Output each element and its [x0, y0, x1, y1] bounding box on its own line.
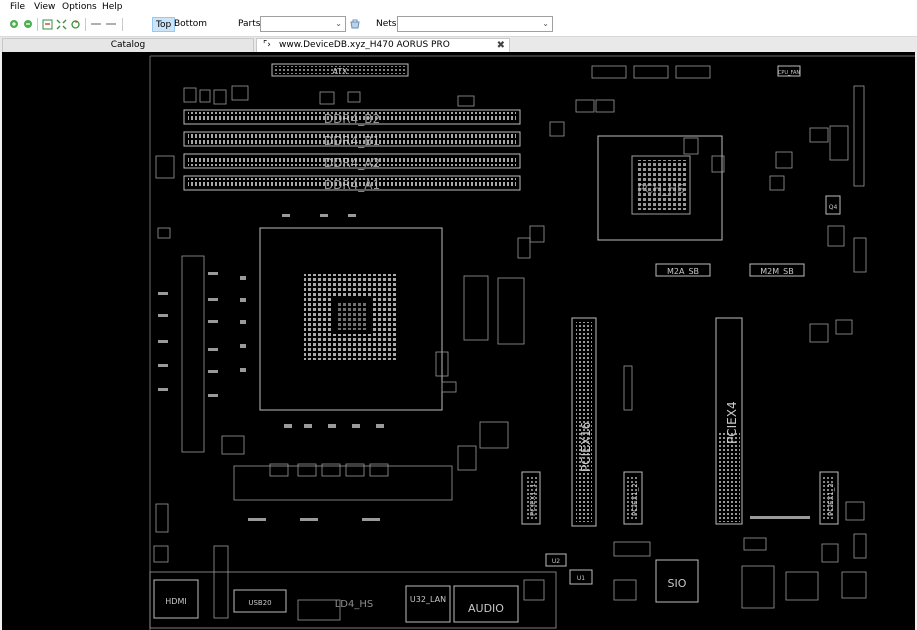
pcie-x4-slot[interactable]: PCIEX4 — [715, 317, 743, 525]
toolbar-separator — [85, 18, 86, 31]
pciex4-label: PCIEX4 — [725, 401, 739, 444]
u2-label: U2 — [552, 558, 560, 565]
toolbar: Top Bottom Parts: ⌄ Nets: ⌄ — [0, 14, 917, 36]
nets-label: Nets: — [376, 19, 400, 29]
nets-combobox[interactable]: ⌄ — [397, 16, 553, 32]
pcie-x16-slot[interactable]: PCIEX16 — [571, 317, 597, 527]
search-parts-icon[interactable] — [348, 18, 361, 30]
m2a-label: M2A_SB — [667, 267, 699, 276]
pcie-x1-slot-1[interactable]: PCIEX1_1 — [521, 471, 541, 525]
rotate-icon[interactable] — [69, 18, 81, 30]
dimm-slot-b1[interactable]: DDR4_B1 — [183, 131, 521, 148]
tab-boardview[interactable]: ⌜› www.DeviceDB.xyz_H470 AORUS PRO AX_1.… — [256, 38, 510, 63]
pciex16-label: PCIEX16 — [579, 422, 593, 472]
cpu-fan-label: CPU_FAN — [778, 70, 801, 76]
dimm-slot-a2[interactable]: DDR4_A2 — [183, 153, 521, 170]
dimm-a1-label: DDR4_A1 — [324, 178, 380, 192]
pciex1-3-label: PCIEX1_3 — [827, 483, 835, 516]
lan-connector[interactable]: U32_LAN — [405, 585, 451, 623]
sio-label: SIO — [668, 577, 687, 590]
pch-chip[interactable]: PCH_HS — [597, 135, 723, 241]
tab-catalog[interactable]: Catalog — [2, 38, 254, 53]
board-view[interactable]: ATX DDR4_B2 DDR4_B1 DDR4_A2 DDR4_A1 PCH_… — [2, 52, 915, 630]
m2m-connector[interactable]: M2M_SB — [749, 263, 805, 277]
usb20-connector[interactable]: USB20 — [233, 589, 287, 613]
forward-arrow-icon[interactable] — [104, 18, 117, 30]
menu-file[interactable]: File — [10, 2, 25, 12]
audio-connector[interactable]: AUDIO — [453, 585, 519, 623]
back-arrow-icon[interactable] — [89, 18, 102, 30]
dimm-slot-a1[interactable]: DDR4_A1 — [183, 175, 521, 192]
menu-help[interactable]: Help — [102, 2, 123, 12]
close-icon[interactable]: ✖ — [497, 39, 505, 52]
tab-catalog-label: Catalog — [110, 40, 146, 50]
pch-label: PCH_HS — [637, 182, 684, 196]
u1-label: U1 — [577, 575, 585, 582]
usb20-label: USB20 — [248, 599, 271, 607]
lan-label: U32_LAN — [410, 595, 446, 604]
pcie-x1-slot-2[interactable]: PCIEX1_2 — [623, 471, 643, 525]
pciex1-1-label: PCIEX1_1 — [529, 483, 537, 516]
toolbar-separator — [37, 18, 38, 31]
atx-connector[interactable]: ATX — [271, 63, 409, 77]
menu-bar: File View Options Help — [0, 0, 917, 14]
component-clusters — [149, 65, 867, 629]
zoom-out-icon[interactable] — [22, 18, 34, 30]
ic-u2[interactable]: U2 — [545, 553, 567, 567]
ld4-label: LD4_HS — [335, 599, 374, 610]
hdmi-label: HDMI — [165, 597, 186, 606]
cpu-socket[interactable] — [259, 227, 443, 411]
board-canvas[interactable]: ATX DDR4_B2 DDR4_B1 DDR4_A2 DDR4_A1 PCH_… — [2, 52, 915, 630]
ld4-heatsink[interactable]: LD4_HS — [335, 599, 374, 610]
audio-label: AUDIO — [468, 602, 504, 615]
tab-bar: Catalog ⌜› www.DeviceDB.xyz_H470 AORUS P… — [0, 36, 917, 63]
mosfet-q4[interactable]: Q4 — [825, 195, 841, 215]
menu-view[interactable]: View — [34, 2, 55, 12]
m2a-connector[interactable]: M2A_SB — [655, 263, 711, 277]
ic-u1[interactable]: U1 — [569, 569, 593, 585]
toolbar-separator — [122, 18, 123, 31]
sio-chip[interactable]: SIO — [655, 559, 699, 603]
chevron-down-icon: ⌄ — [542, 19, 549, 28]
chevron-down-icon: ⌄ — [335, 19, 342, 28]
zoom-in-icon[interactable] — [8, 18, 20, 30]
cpu-fan-header[interactable]: CPU_FAN — [777, 65, 801, 77]
fit-board-icon[interactable] — [55, 18, 67, 30]
dimm-slot-b2[interactable]: DDR4_B2 — [183, 109, 521, 126]
m2m-label: M2M_SB — [760, 267, 793, 276]
pciex1-2-label: PCIEX1_2 — [631, 483, 639, 516]
q4-label: Q4 — [829, 204, 838, 211]
atx-label: ATX — [332, 67, 348, 76]
vrm-pads — [158, 214, 810, 521]
zoom-area-icon[interactable] — [41, 18, 53, 30]
dimm-a2-label: DDR4_A2 — [324, 156, 380, 170]
pcie-x1-slot-3[interactable]: PCIEX1_3 — [819, 471, 839, 525]
bottom-side-toggle[interactable]: Bottom — [171, 17, 210, 32]
parts-combobox[interactable]: ⌄ — [260, 16, 346, 32]
dimm-b2-label: DDR4_B2 — [324, 112, 380, 126]
menu-options[interactable]: Options — [62, 2, 97, 12]
dimm-b1-label: DDR4_B1 — [324, 134, 380, 148]
hdmi-connector[interactable]: HDMI — [153, 579, 199, 619]
pin-icon[interactable]: ⌜› — [263, 39, 271, 52]
